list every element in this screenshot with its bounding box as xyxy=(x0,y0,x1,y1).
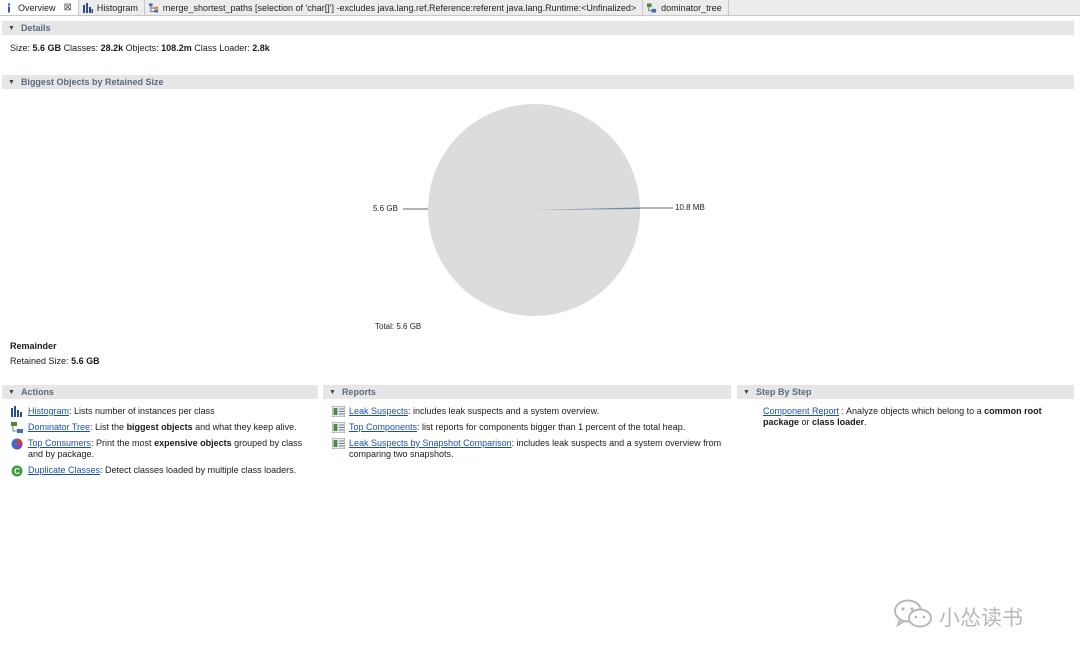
list-item: Top Components: list reports for compone… xyxy=(331,421,724,434)
dominator-description-bold: biggest objects xyxy=(126,422,193,432)
component-report-description-post: . xyxy=(864,417,867,427)
dominator-tree-icon xyxy=(647,2,657,13)
actions-section-header[interactable]: ▼ Actions xyxy=(2,385,318,399)
wechat-icon xyxy=(893,598,933,635)
tab-merge-shortest-paths[interactable]: merge_shortest_paths [selection of 'char… xyxy=(144,0,644,15)
svg-text:C: C xyxy=(14,467,20,476)
duplicate-classes-icon: C xyxy=(11,465,23,477)
tab-label: Histogram xyxy=(96,2,138,13)
histogram-description: : Lists number of instances per class xyxy=(69,406,215,416)
watermark-text: 小怂读书 xyxy=(939,605,1023,630)
list-item: C Duplicate Classes: Detect classes load… xyxy=(11,465,311,477)
classes-label: Classes: xyxy=(63,43,99,53)
retained-size-value: 5.6 GB xyxy=(71,356,100,366)
leak-suspects-link[interactable]: Leak Suspects xyxy=(349,406,408,416)
top-consumers-icon xyxy=(11,438,23,450)
details-section-header[interactable]: ▼ Details xyxy=(2,21,1074,35)
reports-title: Reports xyxy=(341,387,376,397)
pie-total-label: Total: 5.6 GB xyxy=(375,322,422,331)
objects-value: 108.2m xyxy=(161,43,192,53)
tab-label: dominator_tree xyxy=(661,2,722,13)
collapse-triangle-icon[interactable]: ▼ xyxy=(743,389,750,396)
objects-label: Objects: xyxy=(125,43,159,53)
retained-size-label: Retained Size: xyxy=(10,356,69,366)
watermark: 小怂读书 xyxy=(893,598,1023,635)
details-summary: Size: 5.6 GB Classes: 28.2k Objects: 108… xyxy=(10,43,270,53)
remainder-title: Remainder xyxy=(10,341,57,351)
classes-value: 28.2k xyxy=(100,43,124,53)
component-report-link[interactable]: Component Report xyxy=(763,406,839,416)
collapse-triangle-icon[interactable]: ▼ xyxy=(8,25,15,32)
biggest-objects-section-header[interactable]: ▼ Biggest Objects by Retained Size xyxy=(2,75,1074,89)
info-icon xyxy=(4,2,14,13)
leak-suspects-comparison-link[interactable]: Leak Suspects by Snapshot Comparison xyxy=(349,438,512,448)
reports-list: Leak Suspects: includes leak suspects an… xyxy=(331,405,724,465)
pie-svg xyxy=(403,104,673,316)
step-by-step-content: Component Report : Analyze objects which… xyxy=(763,406,1063,428)
size-label: Size: xyxy=(10,43,31,53)
tree-icon xyxy=(148,2,159,13)
list-item: Dominator Tree: List the biggest objects… xyxy=(11,422,311,433)
report-icon xyxy=(331,437,346,450)
collapse-triangle-icon[interactable]: ▼ xyxy=(329,389,336,396)
list-item: Leak Suspects by Snapshot Comparison: in… xyxy=(331,437,724,460)
component-report-description-mid: or xyxy=(799,417,813,427)
editor-tab-bar: Overview ⊠ Histogram merge_shortest_path… xyxy=(0,0,1080,16)
dominator-tree-link[interactable]: Dominator Tree xyxy=(28,422,90,432)
actions-title: Actions xyxy=(20,387,54,397)
actions-list: Histogram: Lists number of instances per… xyxy=(11,406,311,481)
top-components-link[interactable]: Top Components xyxy=(349,422,417,432)
retained-size: Retained Size: 5.6 GB xyxy=(10,356,100,366)
top-consumers-link[interactable]: Top Consumers xyxy=(28,438,91,448)
report-icon xyxy=(331,421,346,434)
dominator-description-pre: : List the xyxy=(90,422,127,432)
top-consumers-description-bold: expensive objects xyxy=(154,438,232,448)
component-report-description-pre: : Analyze objects which belong to a xyxy=(839,406,985,416)
top-consumers-description-pre: : Print the most xyxy=(91,438,155,448)
dominator-tree-icon xyxy=(11,422,23,433)
leak-suspects-description: : includes leak suspects and a system ov… xyxy=(408,406,600,416)
pie-label-remainder: 5.6 GB xyxy=(373,204,398,213)
details-title: Details xyxy=(20,23,51,33)
component-report-bold-2: class loader xyxy=(812,417,865,427)
duplicate-classes-description: : Detect classes loaded by multiple clas… xyxy=(100,465,297,475)
collapse-triangle-icon[interactable]: ▼ xyxy=(8,79,15,86)
class-loader-value: 2.8k xyxy=(252,43,270,53)
list-item: Histogram: Lists number of instances per… xyxy=(11,406,311,417)
histogram-icon xyxy=(11,406,23,417)
top-components-description: : list reports for components bigger tha… xyxy=(417,422,686,432)
tab-label: Overview xyxy=(18,2,56,13)
tab-label: merge_shortest_paths [selection of 'char… xyxy=(162,2,637,13)
biggest-objects-title: Biggest Objects by Retained Size xyxy=(20,77,164,87)
tab-histogram[interactable]: Histogram xyxy=(78,0,145,15)
retained-size-pie-chart: 5.6 GB 10.8 MB Total: 5.6 GB xyxy=(360,96,740,336)
reports-section-header[interactable]: ▼ Reports xyxy=(323,385,731,399)
list-item: Top Consumers: Print the most expensive … xyxy=(11,438,311,460)
duplicate-classes-link[interactable]: Duplicate Classes xyxy=(28,465,100,475)
size-value: 5.6 GB xyxy=(32,43,62,53)
step-by-step-title: Step By Step xyxy=(755,387,812,397)
close-icon[interactable]: ⊠ xyxy=(64,2,72,13)
class-loader-label: Class Loader: xyxy=(194,43,250,53)
tab-overview[interactable]: Overview ⊠ xyxy=(0,0,79,15)
pie-label-slice: 10.8 MB xyxy=(675,203,705,212)
dominator-description-post: and what they keep alive. xyxy=(192,422,297,432)
list-item: Leak Suspects: includes leak suspects an… xyxy=(331,405,724,418)
histogram-icon xyxy=(82,2,93,13)
histogram-link[interactable]: Histogram xyxy=(28,406,69,416)
collapse-triangle-icon[interactable]: ▼ xyxy=(8,389,15,396)
tab-dominator-tree[interactable]: dominator_tree xyxy=(643,0,729,15)
report-icon xyxy=(331,405,346,418)
step-by-step-section-header[interactable]: ▼ Step By Step xyxy=(737,385,1074,399)
